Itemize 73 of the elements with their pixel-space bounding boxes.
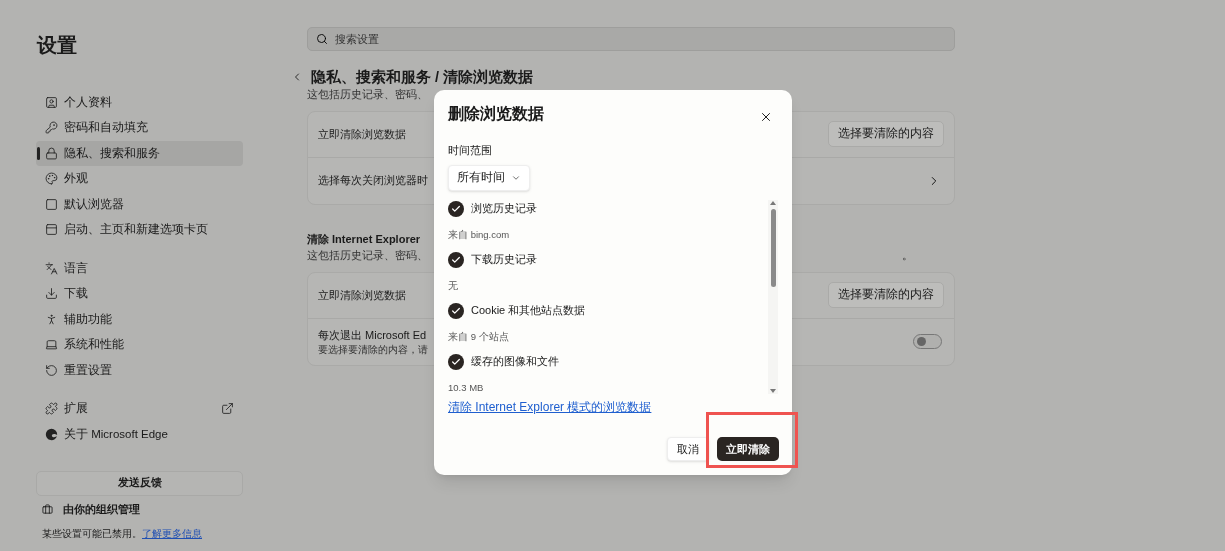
page-heading: 隐私、搜索和服务 / 清除浏览数据 (311, 68, 534, 86)
sidebar-item[interactable]: 下载 (36, 281, 243, 306)
option-detail: 来自 9 个站点 (448, 329, 510, 344)
sidebar-item[interactable]: 启动、主页和新建选项卡页 (36, 217, 243, 242)
checkbox[interactable] (448, 251, 464, 268)
sidebar-item[interactable]: 个人资料 (36, 90, 243, 115)
sidebar-item[interactable]: 重置设置 (36, 358, 243, 383)
laptop-icon (45, 338, 58, 352)
briefcase-icon (42, 503, 53, 515)
row-label: 立即清除浏览数据 (318, 287, 406, 303)
cancel-button[interactable]: 取消 (667, 437, 709, 461)
sidebar-item[interactable]: 辅助功能 (36, 307, 243, 332)
reset-icon (45, 363, 58, 377)
search-field[interactable]: 搜索设置 (307, 27, 955, 51)
option-detail: 10.3 MB (448, 380, 485, 394)
toggle-switch[interactable] (913, 334, 942, 349)
row-hint: 要选择要清除的内容，请 (318, 343, 428, 357)
sidebar-item[interactable]: 扩展 (36, 396, 243, 421)
person-icon (45, 95, 58, 109)
option-detail: 来自 bing.com (448, 227, 511, 242)
row-label: 每次退出 Microsoft Ed (318, 327, 427, 343)
time-range-dropdown[interactable]: 所有时间 (448, 164, 530, 191)
palette-icon (45, 172, 58, 186)
search-icon (316, 33, 328, 45)
section-description: 这包括历史记录、密码、 (307, 248, 428, 263)
sidebar-item[interactable]: 密码和自动填充 (36, 115, 243, 140)
section-description: 。 (902, 248, 913, 263)
checkbox[interactable] (448, 302, 464, 319)
check-icon (451, 254, 461, 265)
choose-content-button[interactable]: 选择要清除的内容 (828, 282, 944, 308)
settings-title: 设置 (37, 33, 78, 58)
section-title: 清除 Internet Explorer (307, 231, 421, 247)
option-label: 缓存的图像和文件 (471, 354, 559, 370)
choose-content-button[interactable]: 选择要清除的内容 (828, 121, 944, 147)
ie-data-link[interactable]: 清除 Internet Explorer 模式的浏览数据 (448, 397, 778, 416)
check-icon (451, 305, 461, 316)
close-icon[interactable] (759, 110, 773, 124)
scrollbar[interactable] (768, 199, 778, 394)
option-label: Cookie 和其他站点数据 (471, 303, 586, 319)
option-label: 浏览历史记录 (471, 201, 537, 217)
checkbox[interactable] (448, 353, 464, 370)
section-description: 这包括历史记录、密码、 (307, 87, 428, 102)
learn-more-link[interactable]: 了解更多信息 (142, 528, 202, 540)
language-icon (45, 261, 58, 275)
row-label: 选择每次关闭浏览器时 (318, 173, 428, 189)
managed-label: 由你的组织管理 (63, 501, 140, 517)
option-detail: 无 (448, 278, 459, 293)
sidebar-item[interactable]: 关于 Microsoft Edge (36, 422, 243, 447)
note-text: 某些设置可能已禁用。了解更多信息 (42, 527, 203, 542)
time-range-label: 时间范围 (448, 143, 493, 158)
sidebar-item[interactable]: 隐私、搜索和服务 (36, 141, 243, 166)
swirl-logo-icon (45, 427, 58, 441)
sidebar-item[interactable]: 外观 (36, 166, 243, 191)
dialog-title: 删除浏览数据 (448, 104, 544, 124)
sidebar-item[interactable]: 默认浏览器 (36, 192, 243, 217)
feedback-button[interactable]: 发送反馈 (36, 470, 243, 496)
puzzle-icon (45, 402, 58, 416)
sidebar-item[interactable]: 系统和性能 (36, 332, 243, 357)
scroll-up-icon[interactable] (770, 200, 776, 205)
tab-page-icon (45, 223, 58, 237)
checkbox[interactable] (448, 200, 464, 217)
key-icon (45, 121, 58, 135)
check-icon (451, 203, 461, 214)
option-label: 下载历史记录 (471, 252, 537, 268)
person-icon (45, 312, 58, 326)
sidebar-item[interactable]: 语言 (36, 256, 243, 281)
check-icon (451, 356, 461, 367)
scroll-down-icon[interactable] (770, 388, 776, 393)
lock-icon (45, 146, 58, 160)
window-icon (45, 197, 58, 211)
clear-now-button[interactable]: 立即清除 (717, 437, 779, 461)
download-icon (45, 287, 58, 301)
row-label: 立即清除浏览数据 (318, 126, 406, 142)
